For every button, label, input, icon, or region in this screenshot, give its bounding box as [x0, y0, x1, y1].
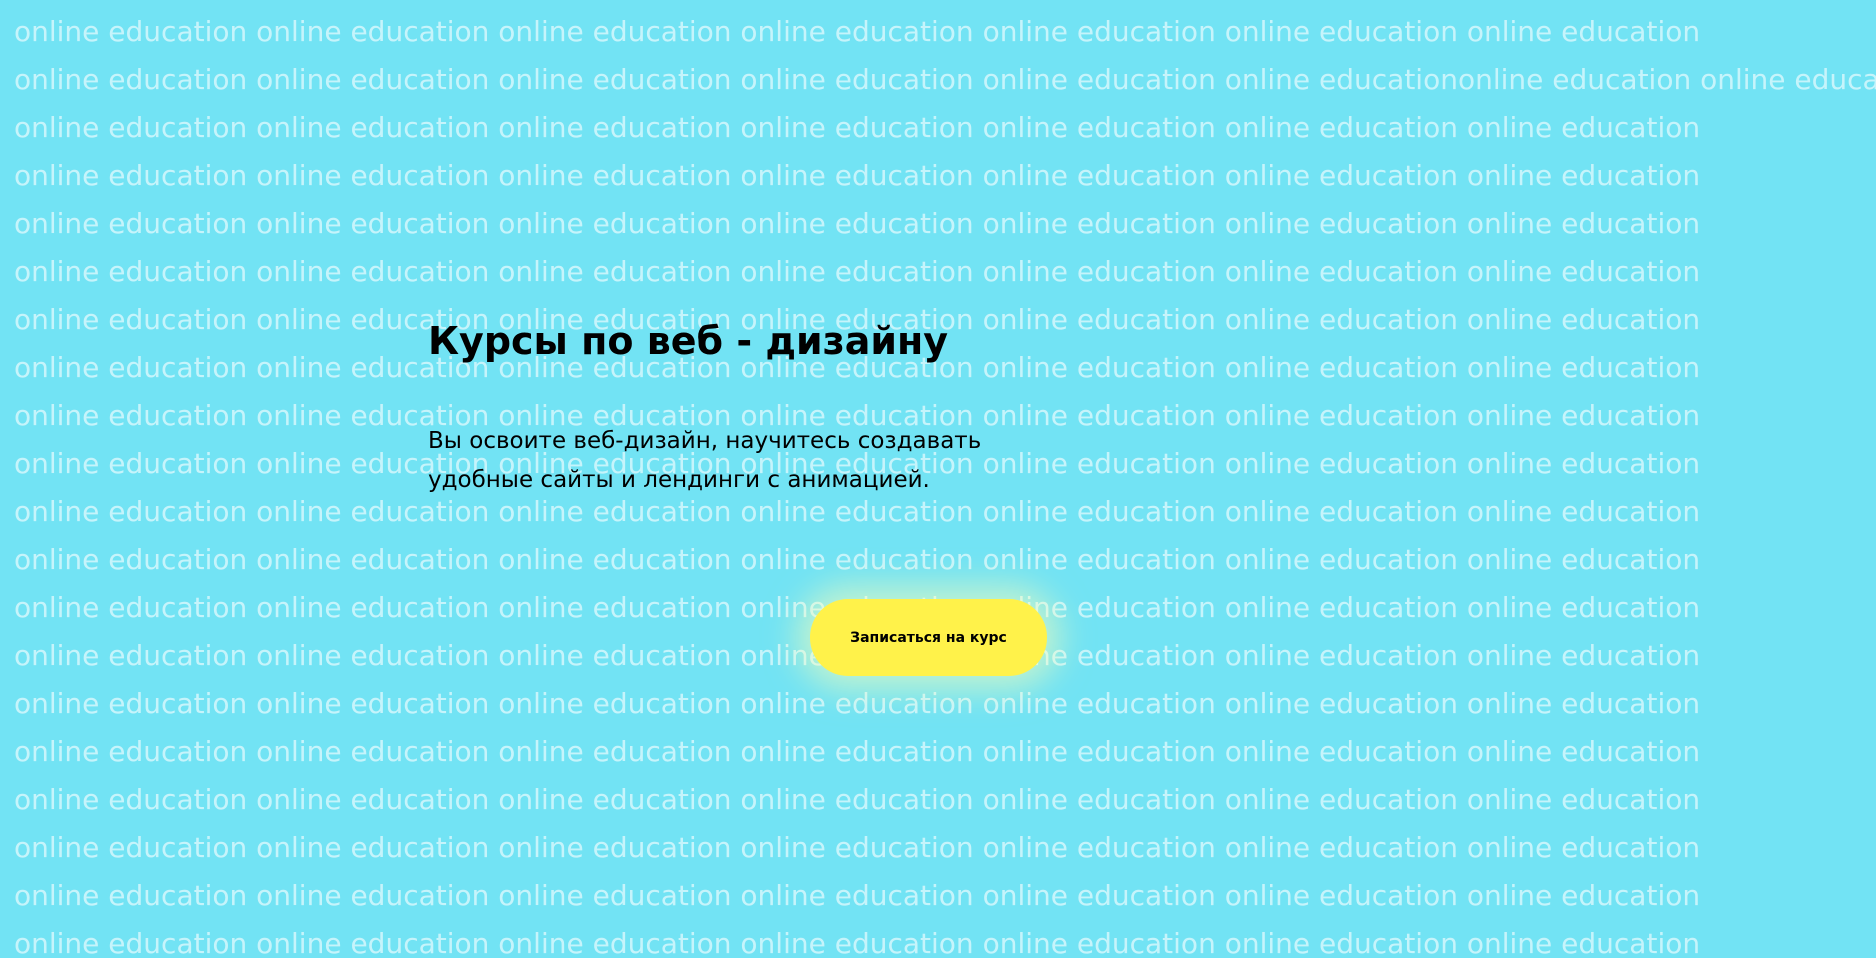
hero-section: Курсы по веб - дизайну Вы освоите веб-ди… — [428, 316, 1028, 493]
background-text-line: online education online education online… — [14, 495, 1701, 528]
background-text-line: online education online education online… — [14, 879, 1701, 912]
background-text-line: online education online education online… — [14, 63, 1876, 96]
background-text-line: online education online education online… — [14, 831, 1701, 864]
background-text-line: online education online education online… — [14, 735, 1701, 768]
background-text-line: online education online education online… — [14, 111, 1701, 144]
background-text-line: online education online education online… — [14, 687, 1701, 720]
enroll-button[interactable]: Записаться на курс — [810, 599, 1047, 676]
background-text-line: online education online education online… — [14, 15, 1701, 48]
background-text-line: online education online education online… — [14, 255, 1701, 288]
page-title: Курсы по веб - дизайну — [428, 319, 949, 363]
hero-description: Вы освоите веб-дизайн, научитесь создава… — [428, 428, 982, 493]
background-text-line: online education online education online… — [14, 207, 1701, 240]
background-text-line: online education online education online… — [14, 543, 1701, 576]
background-text-line: online education online education online… — [14, 159, 1701, 192]
background-text-line: online education online education online… — [14, 783, 1701, 816]
background-text-line: online education online education online… — [14, 927, 1701, 958]
